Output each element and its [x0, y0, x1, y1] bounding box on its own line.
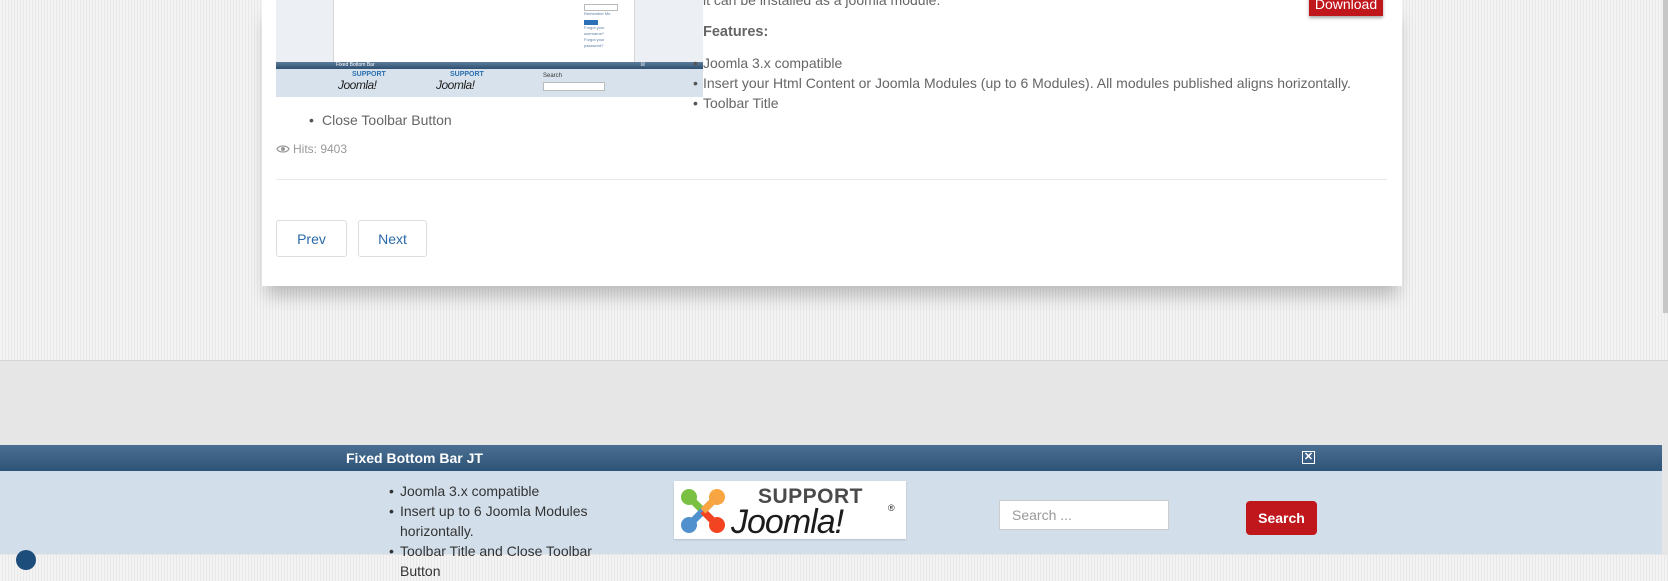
- fixed-bottom-bar: Fixed Bottom Bar JT ✕ Joomla 3.x compati…: [0, 445, 1662, 579]
- extension-screenshot-image: Remember Me Forgot your username? Forgot…: [276, 0, 703, 97]
- screenshot-remember-label: Remember Me: [584, 11, 611, 16]
- bottom-bar-features-list: Joomla 3.x compatible Insert up to 6 Joo…: [389, 481, 630, 581]
- list-item: Insert up to 6 Joomla Modules horizontal…: [389, 501, 630, 541]
- extra-features-list: Close Toolbar Button: [309, 112, 452, 128]
- corner-badge[interactable]: [16, 550, 36, 570]
- features-list: Joomla 3.x compatible Insert your Html C…: [693, 53, 1351, 113]
- bottom-bar-header: Fixed Bottom Bar JT ✕: [0, 445, 1662, 471]
- support-joomla-banner[interactable]: SUPPORT Joomla! ®: [674, 481, 906, 541]
- screenshot-search-box: [543, 82, 605, 91]
- screenshot-bar-title: Fixed Bottom Bar: [336, 62, 375, 68]
- divider: [276, 179, 1387, 180]
- screenshot-bottom-bar-content: SUPPORT Joomla! SUPPORT Joomla! Search: [276, 69, 703, 97]
- screenshot-login-form: Remember Me Forgot your username? Forgot…: [584, 0, 620, 58]
- list-item: Joomla 3.x compatible: [389, 481, 630, 501]
- registered-mark: ®: [888, 503, 895, 513]
- download-button[interactable]: Download: [1309, 0, 1383, 16]
- list-item: Close Toolbar Button: [309, 112, 452, 128]
- next-button[interactable]: Next: [358, 220, 427, 257]
- close-toolbar-button[interactable]: ✕: [1302, 451, 1315, 464]
- search-button[interactable]: Search: [1246, 501, 1317, 535]
- eye-icon: [276, 145, 290, 153]
- joomla-logo-icon: [681, 489, 725, 533]
- article-card: Remember Me Forgot your username? Forgot…: [262, 0, 1402, 286]
- article-intro-text: it can be installed as a joomla module.: [703, 0, 941, 8]
- list-item: Insert your Html Content or Joomla Modul…: [693, 73, 1351, 93]
- screenshot-search-label: Search: [543, 73, 563, 79]
- search-input[interactable]: [999, 500, 1169, 530]
- hits-counter: Hits: 9403: [276, 142, 347, 156]
- page-scrollbar-thumb[interactable]: [1663, 0, 1668, 313]
- joomla-wordmark: Joomla!: [731, 503, 844, 541]
- list-item: Joomla 3.x compatible: [693, 53, 1351, 73]
- list-item: Toolbar Title and Close Toolbar Button: [389, 541, 630, 581]
- close-icon: ✕: [1303, 451, 1314, 463]
- screenshot-password-field: [584, 4, 618, 11]
- features-heading: Features:: [703, 24, 769, 40]
- screenshot-close-icon: ☒: [640, 62, 645, 68]
- bottom-bar-title: Fixed Bottom Bar JT: [346, 450, 483, 466]
- prev-button[interactable]: Prev: [276, 220, 347, 257]
- screenshot-forgot-user: Forgot your username?: [584, 25, 605, 36]
- screenshot-support-logo-1: SUPPORT Joomla!: [338, 71, 386, 92]
- screenshot-support-logo-2: SUPPORT Joomla!: [436, 71, 484, 92]
- hits-text: Hits: 9403: [293, 142, 348, 156]
- screenshot-bottom-bar-header: Fixed Bottom Bar ☒: [276, 62, 703, 69]
- screenshot-forgot-pass: Forgot your password?: [584, 37, 605, 48]
- list-item: Toolbar Title: [693, 93, 1351, 113]
